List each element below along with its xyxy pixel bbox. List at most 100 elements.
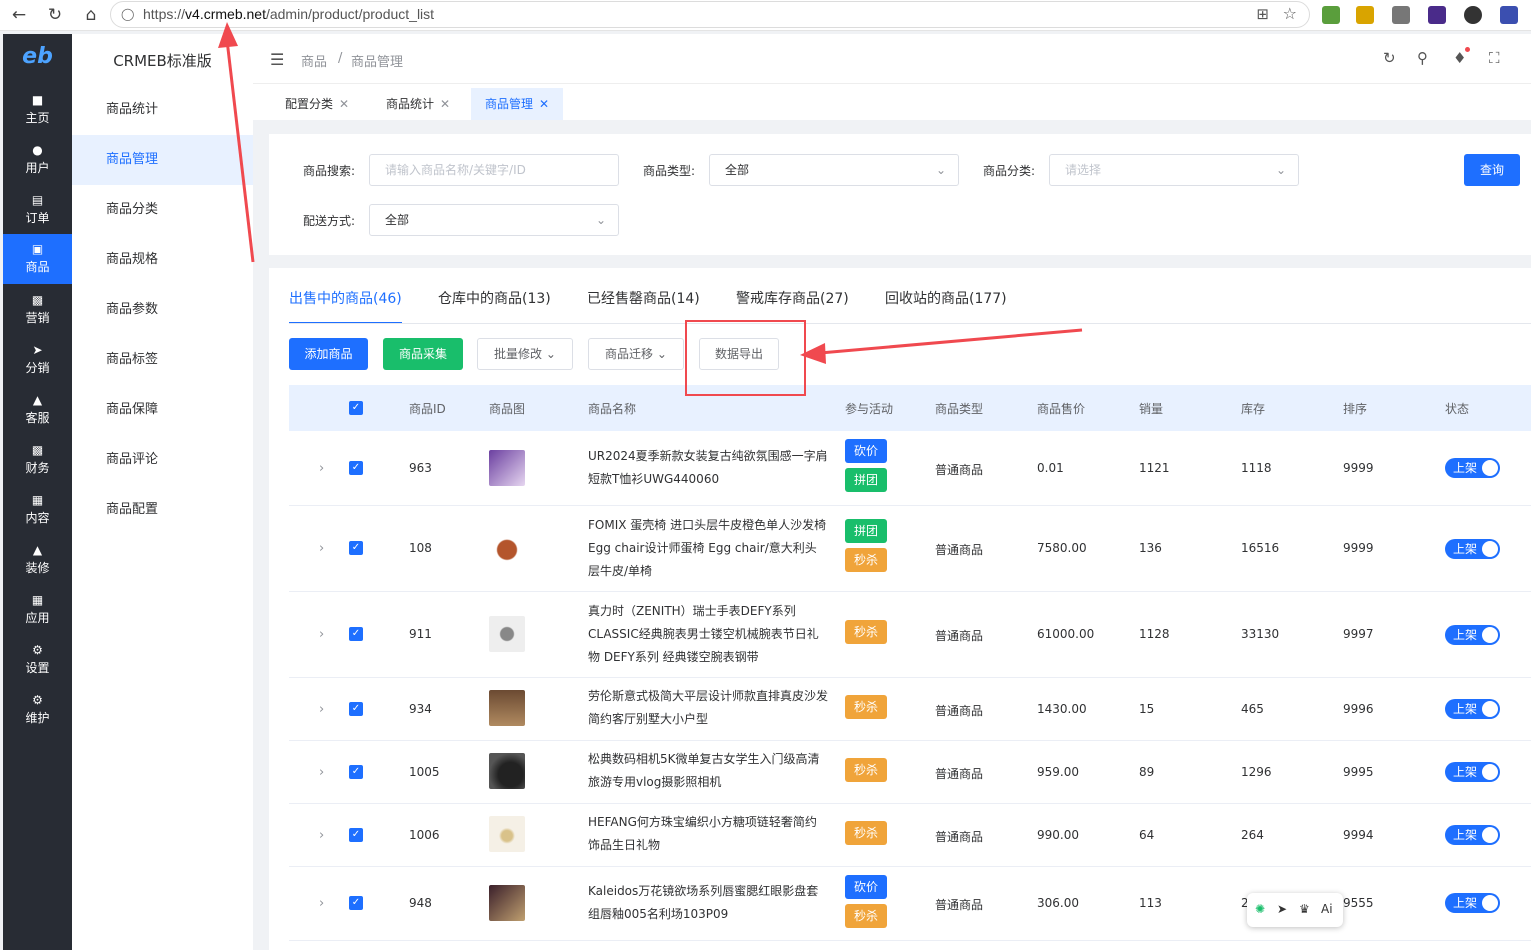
row-checkbox[interactable]: ✓ — [349, 896, 363, 910]
menu-item-user[interactable]: ● 用户 — [3, 135, 72, 185]
row-checkbox[interactable]: ✓ — [349, 627, 363, 641]
menu-toggle-icon[interactable]: ☰ — [270, 50, 284, 69]
menu-item-content[interactable]: ▦ 内容 — [3, 485, 72, 535]
collect-product-button[interactable]: 商品采集 — [383, 338, 463, 370]
add-product-button[interactable]: 添加商品 — [289, 338, 368, 370]
tab-product-manage[interactable]: 商品管理 ✕ — [471, 88, 564, 120]
product-thumbnail[interactable] — [489, 690, 525, 726]
row-checkbox[interactable]: ✓ — [349, 765, 363, 779]
menu-item-service[interactable]: ▲ 客服 — [3, 385, 72, 435]
send-icon[interactable]: ➤ — [1277, 902, 1287, 916]
breadcrumb-item[interactable]: 商品 — [301, 51, 327, 70]
sub-item-product-config[interactable]: 商品配置 — [72, 485, 253, 535]
translate-icon[interactable]: ♛ — [1299, 902, 1310, 916]
type-select[interactable]: 全部 ⌄ — [709, 154, 959, 186]
menu-item-settings[interactable]: ⚙ 设置 — [3, 635, 72, 685]
status-toggle[interactable]: 上架 — [1445, 539, 1500, 559]
extension-icon[interactable] — [1392, 6, 1410, 24]
back-icon[interactable]: ← — [8, 4, 30, 26]
row-checkbox[interactable]: ✓ — [349, 461, 363, 475]
status-toggle[interactable]: 上架 — [1445, 699, 1500, 719]
product-thumbnail[interactable] — [489, 885, 525, 921]
favorite-star-icon[interactable]: ☆ — [1283, 4, 1297, 23]
category-select[interactable]: 请选择 ⌄ — [1049, 154, 1299, 186]
close-icon[interactable]: ✕ — [539, 97, 549, 111]
close-icon[interactable]: ✕ — [440, 97, 450, 111]
search-icon[interactable]: ⚲ — [1417, 49, 1428, 67]
menu-item-apps[interactable]: ▦ 应用 — [3, 585, 72, 635]
status-toggle[interactable]: 上架 — [1445, 893, 1500, 913]
sub-item-product-params[interactable]: 商品参数 — [72, 285, 253, 335]
expand-arrow-icon[interactable]: › — [319, 765, 324, 780]
extension-icon[interactable] — [1500, 6, 1518, 24]
tab-sold-out[interactable]: 已经售罄商品(14) — [587, 288, 700, 324]
bell-icon[interactable]: ♦ — [1453, 49, 1466, 67]
sub-item-product-spec[interactable]: 商品规格 — [72, 235, 253, 285]
sub-item-product-manage[interactable]: 商品管理 — [72, 135, 253, 185]
menu-item-order[interactable]: ▤ 订单 — [3, 185, 72, 235]
sub-item-product-tags[interactable]: 商品标签 — [72, 335, 253, 385]
table-row: › ✓ 1006 HEFANG何方珠宝编织小方糖项链轻奢简约饰品生日礼物 秒杀 … — [289, 804, 1531, 867]
row-checkbox[interactable]: ✓ — [349, 702, 363, 716]
ai-icon[interactable]: Ai — [1321, 902, 1333, 916]
tab-warehouse[interactable]: 仓库中的商品(13) — [438, 288, 551, 324]
delivery-select[interactable]: 全部 ⌄ — [369, 204, 619, 236]
site-info-icon[interactable]: ◯ — [121, 7, 134, 21]
reload-icon[interactable]: ↻ — [44, 4, 66, 26]
refresh-icon[interactable]: ↻ — [1383, 49, 1396, 67]
status-toggle[interactable]: 上架 — [1445, 458, 1500, 478]
sub-item-product-category[interactable]: 商品分类 — [72, 185, 253, 235]
home-browser-icon[interactable]: ⌂ — [80, 4, 102, 26]
product-sales: 15 — [1139, 702, 1155, 716]
row-checkbox[interactable]: ✓ — [349, 541, 363, 555]
tab-recycle-bin[interactable]: 回收站的商品(177) — [885, 288, 1007, 324]
menu-item-maintenance[interactable]: ⚙ 维护 — [3, 685, 72, 735]
extension-icon[interactable] — [1428, 6, 1446, 24]
sub-item-product-stats[interactable]: 商品统计 — [72, 85, 253, 135]
product-sort: 9999 — [1343, 541, 1374, 555]
tab-on-sale[interactable]: 出售中的商品(46) — [289, 288, 402, 324]
download-icon[interactable] — [1464, 6, 1482, 24]
menu-item-decoration[interactable]: ▲ 装修 — [3, 535, 72, 585]
sub-item-product-guarantee[interactable]: 商品保障 — [72, 385, 253, 435]
expand-arrow-icon[interactable]: › — [319, 461, 324, 476]
menu-item-distribution[interactable]: ➤ 分销 — [3, 335, 72, 385]
fullscreen-icon[interactable]: ⛶ — [1489, 49, 1500, 67]
search-input[interactable]: 请输入商品名称/关键字/ID — [369, 154, 619, 186]
logo[interactable]: eb — [3, 44, 72, 76]
url-text[interactable]: https://v4.crmeb.net/admin/product/produ… — [143, 6, 434, 22]
sub-item-product-reviews[interactable]: 商品评论 — [72, 435, 253, 485]
expand-arrow-icon[interactable]: › — [319, 627, 324, 642]
migrate-button[interactable]: 商品迁移 ⌄ — [588, 338, 684, 370]
reader-mode-icon[interactable]: ⊞ — [1256, 5, 1269, 23]
status-toggle[interactable]: 上架 — [1445, 625, 1500, 645]
tab-low-stock[interactable]: 警戒库存商品(27) — [736, 288, 849, 324]
expand-arrow-icon[interactable]: › — [319, 541, 324, 556]
menu-item-product[interactable]: ▣ 商品 — [3, 234, 72, 284]
row-checkbox[interactable]: ✓ — [349, 828, 363, 842]
product-thumbnail[interactable] — [489, 816, 525, 852]
status-toggle[interactable]: 上架 — [1445, 762, 1500, 782]
close-icon[interactable]: ✕ — [339, 97, 349, 111]
menu-item-home[interactable]: ■ 主页 — [3, 85, 72, 135]
expand-arrow-icon[interactable]: › — [319, 828, 324, 843]
menu-item-marketing[interactable]: ▩ 营销 — [3, 285, 72, 335]
assistant-icon[interactable]: ✺ — [1255, 902, 1265, 916]
product-price: 306.00 — [1037, 896, 1079, 910]
extension-icon[interactable] — [1322, 6, 1340, 24]
product-thumbnail[interactable] — [489, 450, 525, 486]
address-bar[interactable]: ◯ https://v4.crmeb.net/admin/product/pro… — [110, 1, 1310, 28]
expand-arrow-icon[interactable]: › — [319, 896, 324, 911]
product-thumbnail[interactable] — [489, 616, 525, 652]
status-toggle[interactable]: 上架 — [1445, 825, 1500, 845]
menu-item-finance[interactable]: ▩ 财务 — [3, 435, 72, 485]
query-button[interactable]: 查询 — [1464, 154, 1520, 186]
select-all-checkbox[interactable]: ✓ — [349, 401, 363, 415]
batch-edit-button[interactable]: 批量修改 ⌄ — [477, 338, 573, 370]
product-thumbnail[interactable] — [489, 753, 525, 789]
product-thumbnail[interactable] — [489, 530, 525, 566]
extension-icon[interactable] — [1356, 6, 1374, 24]
tab-product-stats[interactable]: 商品统计 ✕ — [372, 88, 464, 120]
tab-config-category[interactable]: 配置分类 ✕ — [271, 88, 363, 120]
expand-arrow-icon[interactable]: › — [319, 702, 324, 717]
